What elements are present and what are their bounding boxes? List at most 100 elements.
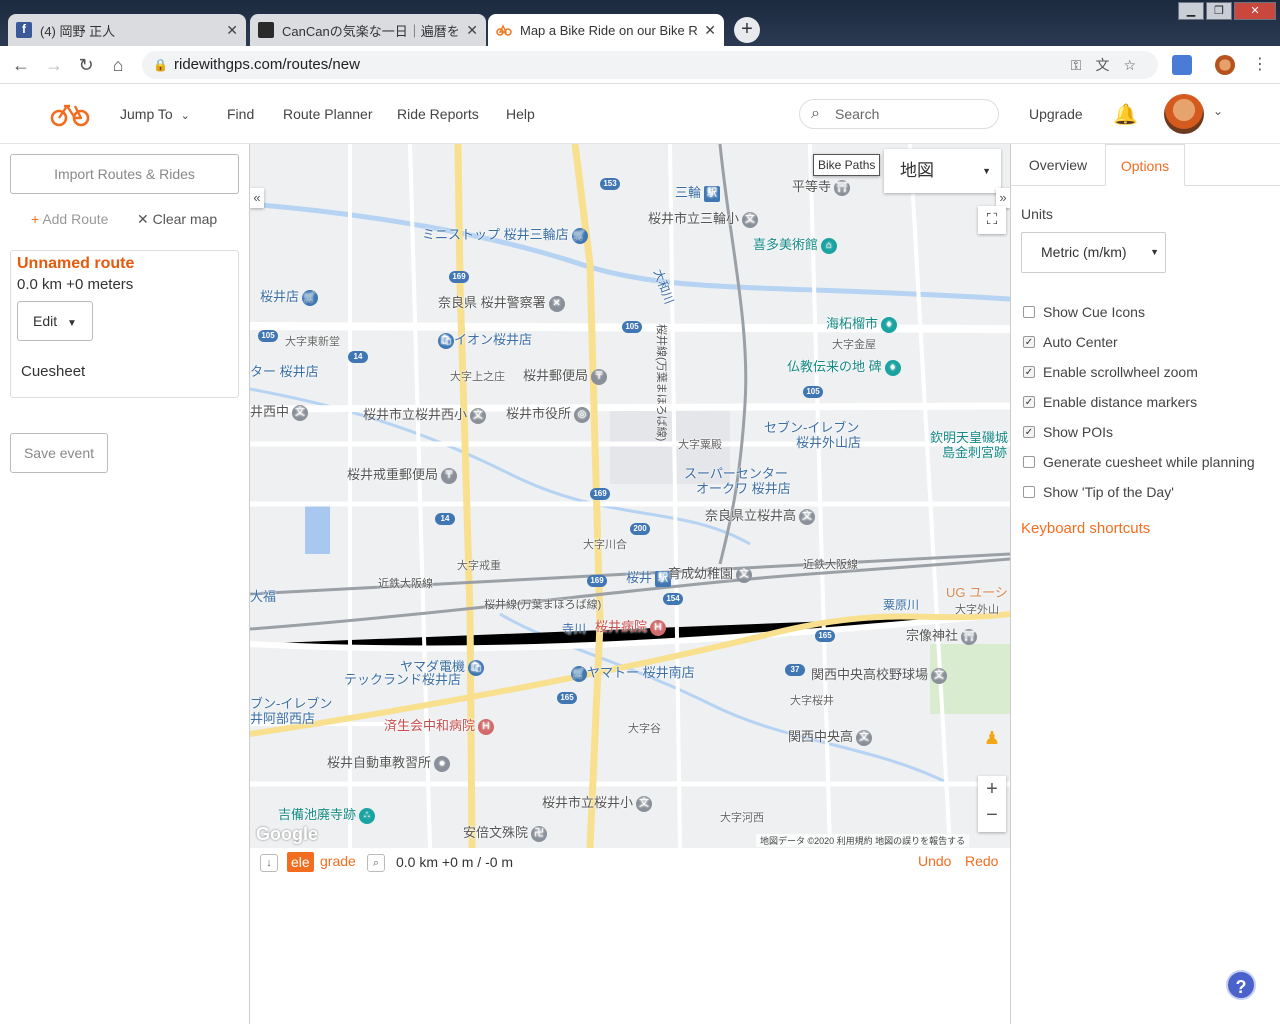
option-tip-of-day[interactable]: Show 'Tip of the Day' [1023, 484, 1174, 500]
undo-button[interactable]: Undo [918, 853, 951, 869]
caret-down-icon: ▼ [67, 318, 77, 329]
map-label: 関西中央高校野球場文 [811, 664, 948, 684]
address-bar: ← → ↻ ⌂ 🔒 ridewithgps.com/routes/new ⚿文☆… [0, 46, 1280, 84]
minimize-button[interactable]: ▁ [1178, 2, 1204, 20]
map-label: 大福 [250, 589, 277, 604]
upgrade-link[interactable]: Upgrade [1029, 106, 1083, 122]
google-logo: Google [256, 824, 318, 844]
new-tab-button[interactable]: + [734, 17, 760, 43]
map-label: 大字東新堂 [285, 336, 340, 348]
map-label: 三輪駅 [675, 182, 721, 202]
nav-ride-reports[interactable]: Ride Reports [397, 106, 479, 122]
redo-button[interactable]: Redo [965, 853, 998, 869]
clear-map-button[interactable]: ✕ Clear map [137, 211, 217, 228]
close-tab-icon[interactable]: ✕ [466, 22, 478, 39]
profile-avatar-icon[interactable] [1215, 55, 1235, 75]
route-name[interactable]: Unnamed route [17, 255, 134, 273]
map-attribution[interactable]: 地図データ ©2020 利用規約 地図の誤りを報告する [756, 834, 970, 847]
save-event-button[interactable]: Save event [10, 433, 108, 473]
map-label: 吉備池廃寺跡 ∴ [278, 804, 376, 824]
map-label: 大字川合 [583, 539, 627, 551]
checkbox[interactable] [1023, 486, 1035, 498]
import-routes-button[interactable]: Import Routes & Rides [10, 154, 239, 194]
chrome-menu-icon[interactable]: ⋮ [1248, 53, 1272, 77]
option-auto-center[interactable]: ✓ Auto Center [1023, 334, 1118, 350]
forward-icon[interactable]: → [42, 53, 66, 77]
map-label: 宗像神社 ⛩ [906, 628, 978, 645]
collapse-left-panel-icon[interactable]: « [250, 188, 264, 208]
notifications-bell-icon[interactable]: 🔔 [1113, 102, 1138, 127]
keyboard-shortcuts-link[interactable]: Keyboard shortcuts [1021, 520, 1150, 537]
nav-jump-to[interactable]: Jump To ⌄ [120, 106, 190, 122]
grade-toggle[interactable]: grade [320, 853, 356, 869]
nav-help[interactable]: Help [506, 106, 535, 122]
download-arrow-icon[interactable]: ↓ [260, 854, 278, 872]
browser-tab-cancan[interactable]: CanCanの気楽な一日｜遍暦を迎 ✕ [250, 14, 486, 46]
zoom-out-button[interactable]: − [978, 802, 1006, 828]
close-window-button[interactable]: ✕ [1234, 2, 1276, 20]
cuesheet-link[interactable]: Cuesheet [21, 363, 85, 380]
option-distance-markers[interactable]: ✓ Enable distance markers [1023, 394, 1197, 410]
collapse-right-panel-icon[interactable]: » [996, 188, 1010, 208]
checkbox[interactable]: ✓ [1023, 396, 1035, 408]
elevation-stats: 0.0 km +0 m / -0 m [396, 854, 514, 870]
map-label: 🛒 ヤマトー 桜井南店 [571, 665, 695, 682]
street-view-pegman-icon[interactable]: ♟ [982, 728, 1002, 754]
nav-route-planner[interactable]: Route Planner [283, 106, 373, 122]
route-sidebar: Import Routes & Rides + Add Route ✕ Clea… [0, 144, 250, 1024]
bookmark-star-icon[interactable]: ☆ [1123, 57, 1150, 73]
route-shield: 37 [785, 664, 805, 676]
rwgps-logo-icon[interactable] [50, 100, 90, 133]
facebook-favicon-icon: f [16, 22, 32, 38]
zoom-elevation-icon[interactable]: ⌕ [367, 854, 385, 872]
map-label: 大字桜井 [790, 695, 834, 707]
google-translate-extension-icon[interactable] [1172, 55, 1192, 75]
lock-icon: 🔒 [153, 58, 168, 72]
account-chevron-down-icon[interactable]: ⌄ [1213, 104, 1223, 118]
help-question-icon[interactable]: ? [1226, 970, 1256, 1000]
map-label: 桜井病院 H [595, 616, 667, 636]
option-show-pois[interactable]: ✓ Show POIs [1023, 424, 1113, 440]
map-type-select[interactable]: 地図 ▼ [884, 149, 1001, 193]
fullscreen-icon[interactable]: ⛶ [978, 206, 1006, 234]
zoom-in-button[interactable]: + [978, 776, 1006, 802]
map-label: 桜井市役所 ◎ [506, 403, 591, 423]
option-scrollwheel-zoom[interactable]: ✓ Enable scrollwheel zoom [1023, 364, 1198, 380]
url-field[interactable]: 🔒 ridewithgps.com/routes/new ⚿文☆ [142, 51, 1158, 79]
option-generate-cuesheet[interactable]: Generate cuesheet while planning [1023, 454, 1255, 470]
key-icon[interactable]: ⚿ [1071, 57, 1096, 73]
map-type-label: 地図 [900, 161, 934, 180]
map-canvas[interactable]: Bike Paths 地図 ▼ « » ⛶ ♟ + − Google 地図データ … [250, 144, 1010, 848]
route-shield: 165 [815, 630, 835, 642]
close-tab-icon[interactable]: ✕ [704, 22, 716, 39]
route-shield: 154 [663, 593, 683, 605]
units-select[interactable]: Metric (m/km) ▼ [1021, 232, 1166, 273]
maximize-button[interactable]: ❐ [1206, 2, 1232, 20]
nav-find[interactable]: Find [227, 106, 254, 122]
back-icon[interactable]: ← [9, 53, 33, 77]
option-label: Show 'Tip of the Day' [1043, 484, 1174, 500]
home-icon[interactable]: ⌂ [106, 53, 130, 77]
edit-dropdown-button[interactable]: Edit ▼ [17, 301, 93, 341]
bike-paths-toggle[interactable]: Bike Paths [813, 154, 881, 176]
checkbox[interactable]: ✓ [1023, 336, 1035, 348]
close-tab-icon[interactable]: ✕ [226, 22, 238, 39]
units-value: Metric (m/km) [1041, 244, 1127, 260]
checkbox[interactable]: ✓ [1023, 426, 1035, 438]
user-avatar[interactable] [1164, 94, 1204, 134]
option-show-cue-icons[interactable]: Show Cue Icons [1023, 304, 1145, 320]
tab-overview[interactable]: Overview [1011, 144, 1105, 186]
tab-options[interactable]: Options [1105, 144, 1185, 186]
search-input[interactable]: ⌕ Search [799, 99, 999, 129]
checkbox[interactable] [1023, 456, 1035, 468]
tab-title: Map a Bike Ride on our Bike R [520, 22, 698, 38]
translate-icon[interactable]: 文 [1095, 57, 1123, 73]
checkbox[interactable]: ✓ [1023, 366, 1035, 378]
checkbox[interactable] [1023, 306, 1035, 318]
browser-tab-ridewithgps[interactable]: Map a Bike Ride on our Bike R ✕ [488, 14, 724, 46]
reload-icon[interactable]: ↻ [74, 53, 98, 77]
browser-tab-facebook[interactable]: f (4) 岡野 正人 ✕ [8, 14, 246, 46]
omnibox-icons: ⚿文☆ [1071, 51, 1150, 79]
add-route-button[interactable]: + Add Route [31, 211, 108, 227]
elevation-toggle[interactable]: ele [287, 852, 314, 872]
